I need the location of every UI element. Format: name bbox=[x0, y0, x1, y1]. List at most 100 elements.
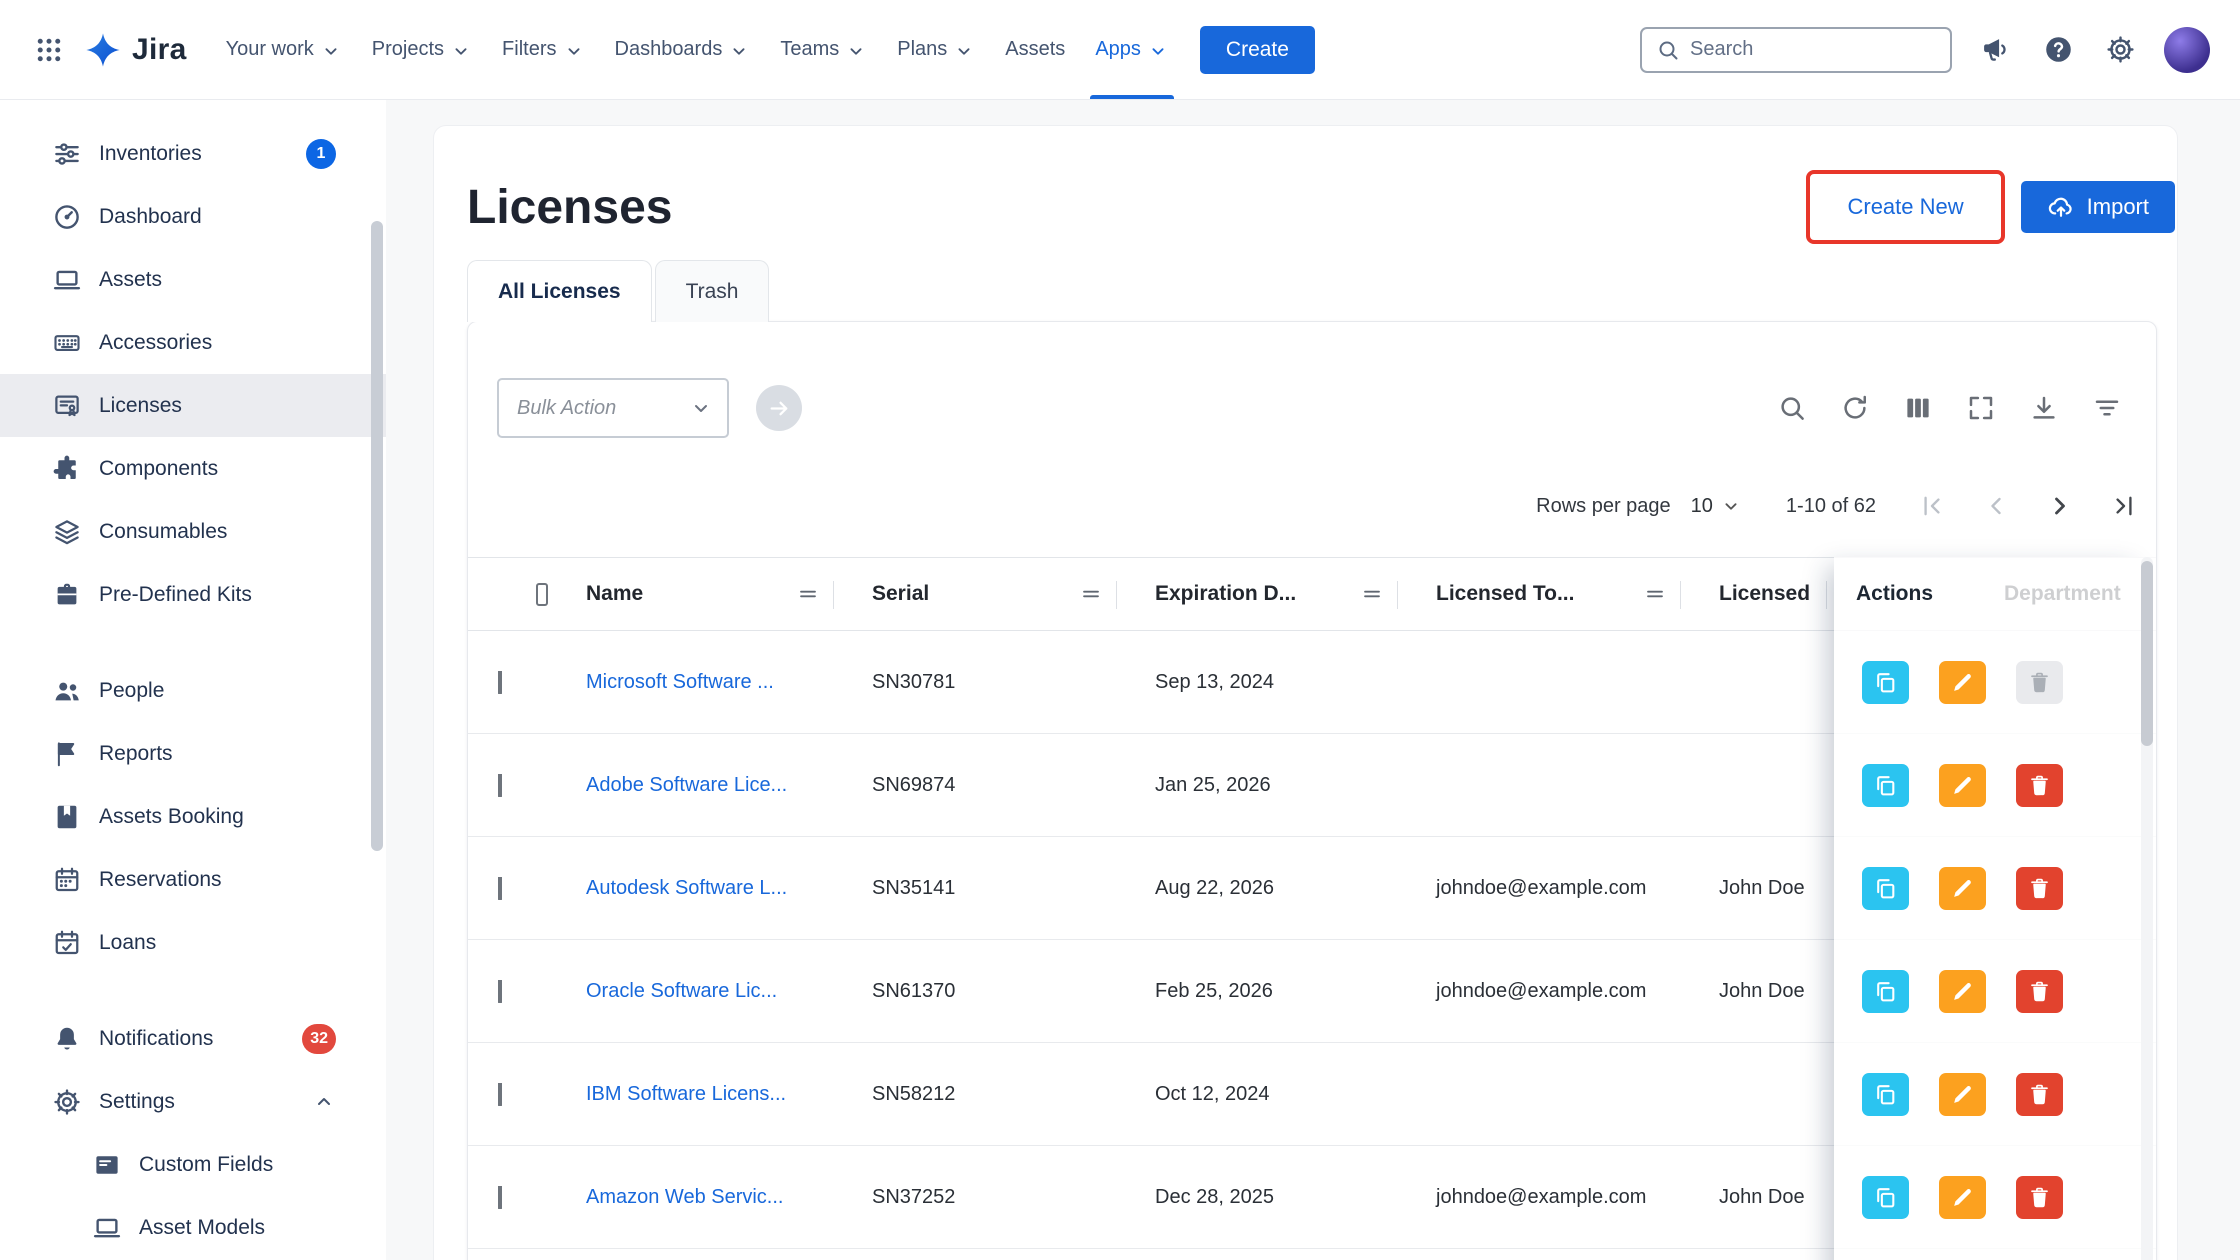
sidebar-item-custom-fields[interactable]: Custom Fields bbox=[0, 1133, 386, 1196]
fullscreen-button[interactable] bbox=[1966, 393, 1996, 423]
user-avatar[interactable] bbox=[2164, 27, 2210, 73]
sidebar-item-settings[interactable]: Settings bbox=[0, 1070, 386, 1133]
row-checkbox[interactable] bbox=[498, 1186, 502, 1209]
table-scrollbar-track[interactable] bbox=[2141, 557, 2153, 1260]
import-button[interactable]: Import bbox=[2021, 181, 2175, 233]
edit-button[interactable] bbox=[1939, 1073, 1986, 1116]
edit-button[interactable] bbox=[1939, 661, 1986, 704]
column-header-licensed-to[interactable]: Licensed To... bbox=[1398, 558, 1681, 630]
drag-handle-icon[interactable] bbox=[1643, 582, 1667, 606]
table-toolbar: Bulk Action bbox=[468, 322, 2156, 438]
help-button[interactable] bbox=[2040, 32, 2076, 68]
sidebar-item-notifications[interactable]: Notifications 32 bbox=[0, 1007, 386, 1070]
row-checkbox[interactable] bbox=[498, 1083, 502, 1106]
row-checkbox[interactable] bbox=[498, 980, 502, 1003]
column-header-serial[interactable]: Serial bbox=[834, 558, 1117, 630]
drag-handle-icon[interactable] bbox=[1360, 582, 1384, 606]
sidebar-item-assets[interactable]: Assets bbox=[0, 248, 386, 311]
clone-button[interactable] bbox=[1862, 661, 1909, 704]
clone-button[interactable] bbox=[1862, 1073, 1909, 1116]
nav-apps[interactable]: Apps bbox=[1080, 0, 1184, 99]
license-name-link[interactable]: Oracle Software Lic... bbox=[586, 980, 777, 1002]
licenses-table-card: Bulk Action Rows per page 10 bbox=[467, 321, 2157, 1260]
license-name-link[interactable]: Autodesk Software L... bbox=[586, 877, 787, 899]
tab-all-licenses[interactable]: All Licenses bbox=[467, 260, 652, 322]
clone-button[interactable] bbox=[1862, 970, 1909, 1013]
sidebar-item-loans[interactable]: Loans bbox=[0, 911, 386, 974]
sidebar-item-pre-defined-kits[interactable]: Pre-Defined Kits bbox=[0, 563, 386, 626]
delete-button-disabled[interactable] bbox=[2016, 661, 2063, 704]
sidebar-item-components[interactable]: Components bbox=[0, 437, 386, 500]
sidebar-item-reservations[interactable]: Reservations bbox=[0, 848, 386, 911]
license-name-link[interactable]: Adobe Software Lice... bbox=[586, 774, 787, 796]
refresh-button[interactable] bbox=[1840, 393, 1870, 423]
edit-button[interactable] bbox=[1939, 970, 1986, 1013]
column-header-licensed[interactable]: Licensed bbox=[1681, 558, 1827, 630]
license-name-link[interactable]: Amazon Web Servic... bbox=[586, 1186, 783, 1208]
table-scrollbar-thumb[interactable] bbox=[2141, 561, 2153, 746]
inventories-badge: 1 bbox=[306, 139, 336, 169]
edit-button[interactable] bbox=[1939, 867, 1986, 910]
nav-assets[interactable]: Assets bbox=[990, 0, 1080, 99]
sidebar-item-asset-models[interactable]: Asset Models bbox=[0, 1196, 386, 1259]
tab-trash[interactable]: Trash bbox=[655, 260, 770, 322]
drag-handle-icon[interactable] bbox=[796, 582, 820, 606]
nav-teams[interactable]: Teams bbox=[765, 0, 882, 99]
row-checkbox[interactable] bbox=[498, 671, 502, 694]
create-new-button[interactable]: Create New bbox=[1819, 181, 1991, 233]
drag-handle-icon[interactable] bbox=[1079, 582, 1103, 606]
filter-button[interactable] bbox=[2092, 393, 2122, 423]
delete-button[interactable] bbox=[2016, 1073, 2063, 1116]
sidebar-item-people[interactable]: People bbox=[0, 659, 386, 722]
column-header-name[interactable]: Name bbox=[548, 558, 834, 630]
apply-bulk-action-button[interactable] bbox=[756, 385, 802, 431]
next-page-button[interactable] bbox=[2046, 491, 2076, 521]
clone-button[interactable] bbox=[1862, 867, 1909, 910]
download-button[interactable] bbox=[2029, 393, 2059, 423]
column-header-expiration-date[interactable]: Expiration D... bbox=[1117, 558, 1398, 630]
search-input[interactable] bbox=[1690, 38, 1936, 61]
columns-button[interactable] bbox=[1903, 393, 1933, 423]
row-checkbox[interactable] bbox=[498, 774, 502, 797]
delete-button[interactable] bbox=[2016, 764, 2063, 807]
settings-button[interactable] bbox=[2102, 32, 2138, 68]
app-switcher-button[interactable] bbox=[26, 0, 72, 99]
clone-button[interactable] bbox=[1862, 764, 1909, 807]
nav-projects[interactable]: Projects bbox=[357, 0, 487, 99]
nav-filters[interactable]: Filters bbox=[487, 0, 599, 99]
bulk-action-select[interactable]: Bulk Action bbox=[497, 378, 729, 438]
clone-button[interactable] bbox=[1862, 1176, 1909, 1219]
nav-your-work[interactable]: Your work bbox=[211, 0, 357, 99]
sidebar-item-dashboard[interactable]: Dashboard bbox=[0, 185, 386, 248]
edit-button[interactable] bbox=[1939, 764, 1986, 807]
table-search-button[interactable] bbox=[1777, 393, 1807, 423]
select-all-checkbox[interactable] bbox=[536, 583, 548, 606]
feedback-button[interactable] bbox=[1978, 32, 2014, 68]
laptop-icon bbox=[52, 265, 82, 295]
row-actions bbox=[1834, 734, 2157, 837]
sidebar-item-reports[interactable]: Reports bbox=[0, 722, 386, 785]
sidebar-item-consumables[interactable]: Consumables bbox=[0, 500, 386, 563]
nav-label: Dashboards bbox=[615, 38, 723, 61]
license-name-link[interactable]: IBM Software Licens... bbox=[586, 1083, 786, 1105]
delete-button[interactable] bbox=[2016, 867, 2063, 910]
license-name-link[interactable]: Microsoft Software ... bbox=[586, 671, 774, 693]
previous-page-button[interactable] bbox=[1982, 491, 2012, 521]
last-page-button[interactable] bbox=[2110, 491, 2140, 521]
create-button[interactable]: Create bbox=[1200, 26, 1315, 74]
delete-button[interactable] bbox=[2016, 1176, 2063, 1219]
nav-dashboards[interactable]: Dashboards bbox=[600, 0, 766, 99]
global-search[interactable] bbox=[1640, 27, 1952, 73]
edit-button[interactable] bbox=[1939, 1176, 1986, 1219]
first-page-button[interactable] bbox=[1918, 491, 1948, 521]
sidebar-item-assets-booking[interactable]: Assets Booking bbox=[0, 785, 386, 848]
sidebar-item-inventories[interactable]: Inventories 1 bbox=[0, 122, 386, 185]
jira-brand[interactable]: Jira bbox=[84, 31, 187, 69]
sidebar-scrollbar[interactable] bbox=[371, 221, 383, 851]
sidebar-item-licenses[interactable]: Licenses bbox=[0, 374, 386, 437]
delete-button[interactable] bbox=[2016, 970, 2063, 1013]
sidebar-item-accessories[interactable]: Accessories bbox=[0, 311, 386, 374]
nav-plans[interactable]: Plans bbox=[882, 0, 990, 99]
rows-per-page-select[interactable]: 10 bbox=[1691, 495, 1742, 518]
row-checkbox[interactable] bbox=[498, 877, 502, 900]
